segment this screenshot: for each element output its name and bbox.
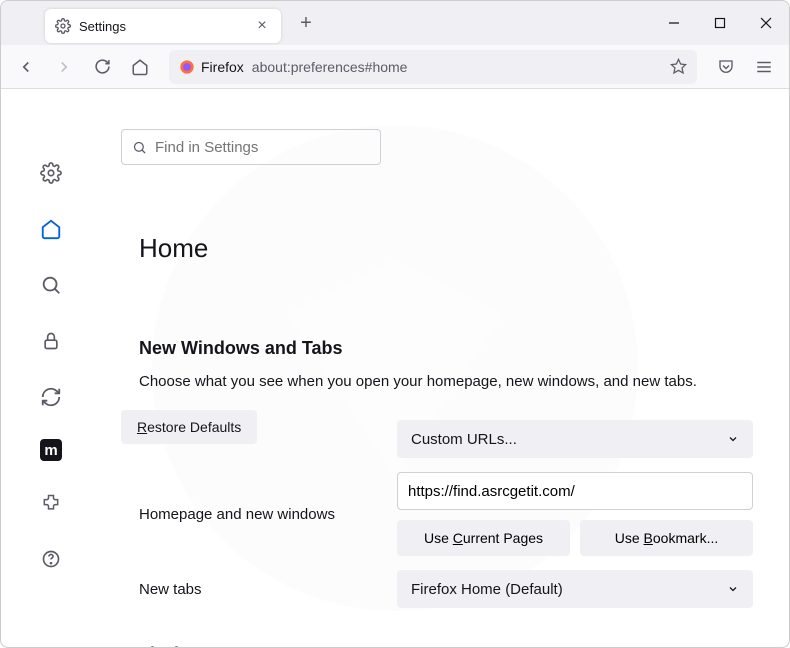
page-title: Home <box>139 233 771 264</box>
newtabs-label: New tabs <box>139 581 397 598</box>
forward-button[interactable] <box>47 50 81 84</box>
newtabs-dropdown[interactable]: Firefox Home (Default) <box>397 570 753 608</box>
sidebar-item-general[interactable] <box>37 159 65 187</box>
sidebar-item-m[interactable]: m <box>40 439 62 461</box>
back-button[interactable] <box>9 50 43 84</box>
section-title: New Windows and Tabs <box>139 338 771 359</box>
close-window-button[interactable] <box>743 1 789 45</box>
homepage-label-text: Homepage and new windows <box>139 506 397 523</box>
use-bookmark-button[interactable]: Use Bookmark... <box>580 520 753 556</box>
browser-tab[interactable]: Settings × <box>45 9 281 43</box>
pocket-icon[interactable] <box>709 50 743 84</box>
search-icon <box>132 140 147 155</box>
settings-main: Home RRestore Defaultsestore Defaults Ne… <box>101 89 789 647</box>
section-description: Choose what you see when you open your h… <box>139 373 771 390</box>
toolbar: Firefox about:preferences#home <box>1 45 789 89</box>
sidebar-item-sync[interactable] <box>37 383 65 411</box>
titlebar: Settings × + <box>1 1 789 45</box>
home-icon[interactable] <box>123 50 157 84</box>
sidebar-item-extensions[interactable] <box>37 489 65 517</box>
reload-button[interactable] <box>85 50 119 84</box>
homepage-mode-dropdown[interactable]: Custom URLs... <box>397 420 753 458</box>
identity-label: Firefox <box>201 59 244 75</box>
homepage-url-input[interactable] <box>397 472 753 510</box>
chevron-down-icon <box>727 583 739 595</box>
new-tab-button[interactable]: + <box>291 8 321 38</box>
tab-title: Settings <box>79 19 245 34</box>
close-icon[interactable]: × <box>253 17 271 35</box>
minimize-button[interactable] <box>651 1 697 45</box>
sidebar-item-help[interactable] <box>37 545 65 573</box>
bookmark-star-icon[interactable] <box>670 58 687 75</box>
url-bar[interactable]: Firefox about:preferences#home <box>169 50 697 84</box>
site-identity: Firefox <box>179 59 244 75</box>
menu-icon[interactable] <box>747 50 781 84</box>
dropdown-value: Custom URLs... <box>411 431 517 448</box>
url-text: about:preferences#home <box>252 59 662 75</box>
sidebar-item-privacy[interactable] <box>37 327 65 355</box>
maximize-button[interactable] <box>697 1 743 45</box>
settings-sidebar: m <box>1 89 101 647</box>
sidebar-item-search[interactable] <box>37 271 65 299</box>
chevron-down-icon <box>727 433 739 445</box>
use-current-pages-button[interactable]: Use Current Pages <box>397 520 570 556</box>
sidebar-item-home[interactable] <box>37 215 65 243</box>
search-input[interactable] <box>155 139 370 156</box>
firefox-icon <box>179 59 195 75</box>
gear-icon <box>55 18 71 34</box>
find-in-settings[interactable] <box>121 129 381 165</box>
dropdown-value: Firefox Home (Default) <box>411 581 563 598</box>
home-content-title: Firefox Home Content <box>139 644 771 647</box>
